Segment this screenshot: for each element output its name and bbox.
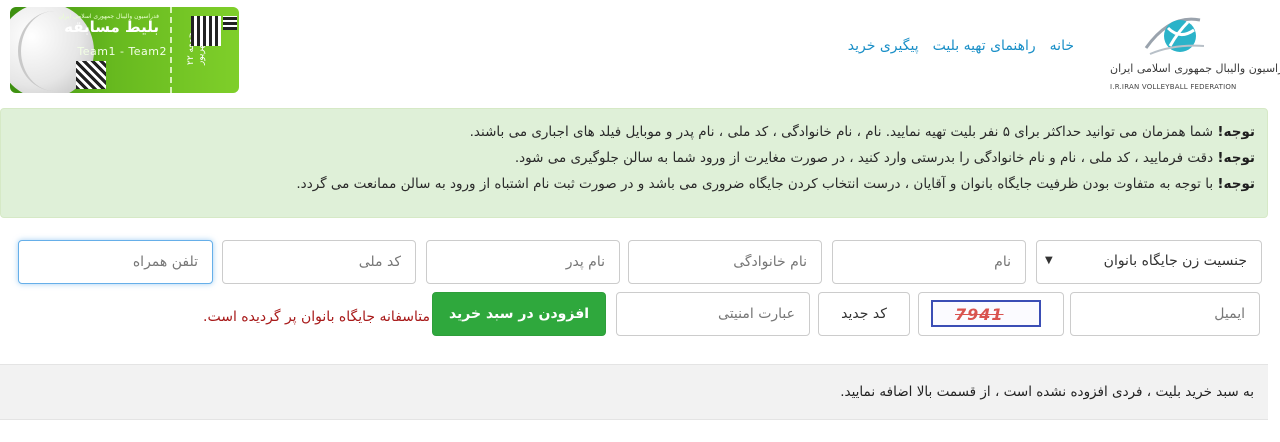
qr-code-icon (76, 61, 106, 89)
new-captcha-button[interactable]: کد جدید (818, 292, 910, 336)
header: فدراسیون والیبال جمهوری اسلامی ایران بلی… (0, 0, 1280, 108)
last-name-input[interactable] (628, 240, 822, 284)
captcha-box: 7941 (918, 292, 1064, 336)
federation-logo[interactable]: فدراسیون والیبال جمهوری اسلامی ایران I.R… (1110, 10, 1280, 96)
notice-alert: توجه! شما همزمان می توانید حداکثر برای ۵… (0, 108, 1268, 218)
notice-text: با توجه به متفاوت بودن ظرفیت جایگاه بانو… (296, 176, 1218, 192)
national-code-input[interactable] (222, 240, 416, 284)
main-nav: خانه راهنمای تهیه بلیت پیگیری خرید (848, 38, 1074, 54)
ticket-banner: فدراسیون والیبال جمهوری اسلامی ایران بلی… (10, 7, 239, 93)
volleyball-logo-icon (1144, 17, 1205, 55)
gender-seat-select[interactable]: جنسیت زن جایگاه بانوان ▼ (1036, 240, 1262, 284)
email-input[interactable] (1070, 292, 1260, 336)
notice-label: توجه! (1217, 150, 1255, 166)
notice-line: توجه! دقت فرمایید ، کد ملی ، نام و نام خ… (13, 149, 1255, 168)
captcha-image: 7941 (931, 300, 1041, 327)
cart-panel: به سبد خرید بلیت ، فردی افزوده نشده است … (0, 364, 1268, 420)
ticket-title: بلیط مسابقه (64, 18, 159, 36)
nav-track-purchase[interactable]: پیگیری خرید (848, 38, 919, 54)
nav-home[interactable]: خانه (1050, 38, 1074, 54)
notice-label: توجه! (1217, 176, 1255, 192)
first-name-input[interactable] (832, 240, 1026, 284)
ticket-teams: Team1 - Team2 (77, 45, 167, 58)
security-phrase-input[interactable] (616, 292, 810, 336)
notice-text: شما همزمان می توانید حداکثر برای ۵ نفر ب… (469, 124, 1218, 140)
federation-name: فدراسیون والیبال جمهوری اسلامی ایران (1110, 62, 1280, 75)
add-to-cart-button[interactable]: افزودن در سبد خرید (432, 292, 606, 336)
gender-seat-value: جنسیت زن جایگاه بانوان (1103, 253, 1247, 269)
qr-code-icon (223, 16, 237, 30)
nav-guide[interactable]: راهنمای تهیه بلیت (933, 38, 1036, 54)
notice-line: توجه! با توجه به متفاوت بودن ظرفیت جایگا… (13, 175, 1255, 194)
chevron-down-icon: ▼ (1045, 255, 1053, 266)
notice-line: توجه! شما همزمان می توانید حداکثر برای ۵… (13, 123, 1255, 142)
cart-empty-message: به سبد خرید بلیت ، فردی افزوده نشده است … (840, 384, 1254, 400)
father-name-input[interactable] (426, 240, 620, 284)
notice-text: دقت فرمایید ، کد ملی ، نام و نام خانوادگ… (514, 150, 1218, 166)
mobile-input[interactable] (18, 240, 213, 284)
notice-label: توجه! (1217, 124, 1255, 140)
error-message: متاسفانه جایگاه بانوان پر گردیده است. (203, 309, 430, 325)
ticket-perforation (170, 7, 172, 93)
qr-code-icon (191, 16, 221, 46)
captcha-text: 7941 (955, 305, 1004, 324)
federation-name-en: I.R.IRAN VOLLEYBALL FEDERATION (1110, 83, 1237, 91)
